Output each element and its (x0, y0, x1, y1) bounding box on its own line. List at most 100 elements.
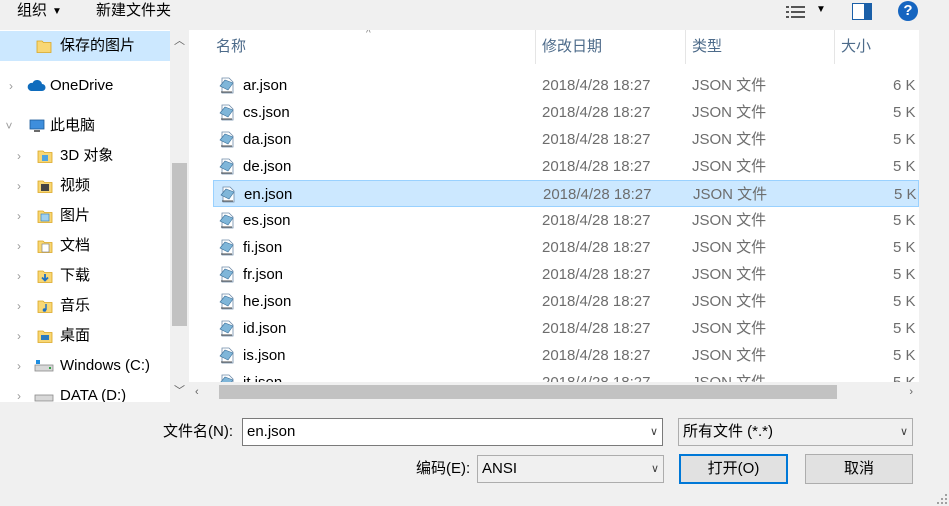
scroll-up-arrow-icon[interactable]: ︿ (170, 30, 189, 52)
preview-pane-button[interactable] (852, 3, 872, 20)
file-type: JSON 文件 (692, 320, 767, 337)
file-row[interactable]: he.json 2018/4/28 18:27 JSON 文件 5 K (213, 288, 919, 315)
file-row[interactable]: da.json 2018/4/28 18:27 JSON 文件 5 K (213, 126, 919, 153)
nav-item-saved-pictures[interactable]: 保存的图片 (0, 31, 170, 61)
downloads-folder-icon (37, 270, 53, 283)
chevron-right-icon[interactable]: › (14, 231, 24, 261)
open-button[interactable]: 打开(O) (679, 454, 788, 484)
json-file-icon (219, 320, 234, 337)
json-file-icon (219, 239, 234, 256)
chevron-down-icon[interactable]: ˅ (4, 111, 14, 141)
chevron-down-icon[interactable]: ∨ (651, 456, 659, 482)
file-row[interactable]: es.json 2018/4/28 18:27 JSON 文件 5 K (213, 207, 919, 234)
horizontal-scrollbar[interactable]: ‹ › (189, 382, 919, 402)
sort-ascending-icon: ^ (366, 30, 371, 39)
file-date: 2018/4/28 18:27 (542, 347, 651, 364)
chevron-right-icon[interactable]: › (14, 291, 24, 321)
encoding-label: 编码(E): (416, 460, 471, 477)
file-size: 5 K (893, 293, 916, 310)
nav-item-label: OneDrive (50, 77, 114, 94)
chevron-right-icon[interactable]: › (14, 141, 24, 171)
nav-item-drive-c[interactable]: › Windows (C:) (0, 351, 170, 381)
chevron-down-icon[interactable]: ∨ (650, 419, 658, 445)
column-headers: 名称 ^ 修改日期 类型 大小 (189, 30, 919, 64)
nav-item-videos[interactable]: › 视频 (0, 171, 170, 201)
nav-item-documents[interactable]: › 文档 (0, 231, 170, 261)
organize-button[interactable]: 组织 ▼ (17, 0, 62, 22)
file-name: it.json (243, 369, 282, 382)
file-row[interactable]: fi.json 2018/4/28 18:27 JSON 文件 5 K (213, 234, 919, 261)
nav-item-label: 保存的图片 (60, 37, 136, 54)
file-type-filter-value: 所有文件 (*.*) (683, 423, 774, 440)
nav-scrollbar-thumb[interactable] (172, 163, 187, 326)
file-row[interactable]: cs.json 2018/4/28 18:27 JSON 文件 5 K (213, 99, 919, 126)
scroll-left-arrow-icon[interactable]: ‹ (195, 382, 199, 402)
file-size: 5 K (893, 239, 916, 256)
json-file-icon (219, 347, 234, 364)
nav-item-3d-objects[interactable]: › 3D 对象 (0, 141, 170, 171)
file-date: 2018/4/28 18:27 (542, 212, 651, 229)
file-type: JSON 文件 (692, 131, 767, 148)
cancel-button[interactable]: 取消 (805, 454, 913, 484)
file-row[interactable]: en.json 2018/4/28 18:27 JSON 文件 5 K (213, 180, 919, 207)
change-view-button[interactable]: ▼ (783, 2, 831, 22)
horizontal-scrollbar-thumb[interactable] (219, 385, 837, 399)
folder-icon (36, 40, 52, 53)
nav-item-label: 下载 (60, 267, 91, 284)
chevron-right-icon[interactable]: › (14, 201, 24, 231)
nav-item-onedrive[interactable]: › OneDrive (0, 71, 170, 101)
chevron-right-icon[interactable]: › (14, 171, 24, 201)
file-row[interactable]: id.json 2018/4/28 18:27 JSON 文件 5 K (213, 315, 919, 342)
new-folder-button[interactable]: 新建文件夹 (96, 0, 171, 22)
chevron-right-icon[interactable]: › (6, 71, 16, 101)
chevron-right-icon[interactable]: › (14, 261, 24, 291)
nav-item-music[interactable]: › 音乐 (0, 291, 170, 321)
details-view-icon (786, 6, 805, 18)
file-type-filter-select[interactable]: 所有文件 (*.*) ∨ (678, 418, 913, 446)
encoding-select[interactable]: ANSI ∨ (477, 455, 664, 483)
file-row[interactable]: is.json 2018/4/28 18:27 JSON 文件 5 K (213, 342, 919, 369)
json-file-icon (219, 293, 234, 310)
nav-item-desktop[interactable]: › 桌面 (0, 321, 170, 351)
nav-item-pictures[interactable]: › 图片 (0, 201, 170, 231)
column-header-date[interactable]: 修改日期 (536, 30, 685, 64)
filename-combo[interactable]: en.json ∨ (242, 418, 663, 446)
resize-grip-icon[interactable] (936, 493, 948, 505)
file-name: fr.json (243, 266, 284, 283)
file-size: 5 K (893, 347, 916, 364)
computer-icon (29, 119, 45, 132)
file-name: id.json (243, 320, 287, 337)
nav-item-this-pc[interactable]: ˅ 此电脑 (0, 111, 170, 141)
column-header-type[interactable]: 类型 (686, 30, 834, 64)
column-header-size[interactable]: 大小 (835, 30, 919, 64)
file-size: 5 K (893, 320, 916, 337)
filename-label: 文件名(N): (163, 423, 233, 440)
file-row[interactable]: ar.json 2018/4/28 18:27 JSON 文件 6 K (213, 72, 919, 99)
scroll-down-arrow-icon[interactable]: ﹀ (170, 380, 189, 402)
file-row[interactable]: it.json 2018/4/28 18:27 JSON 文件 5 K (213, 369, 919, 382)
drive-icon (34, 360, 54, 372)
help-button[interactable]: ? (898, 1, 918, 21)
nav-item-label: 视频 (60, 177, 91, 194)
chevron-down-icon: ▼ (816, 4, 826, 15)
nav-scrollbar[interactable]: ︿ ﹀ (170, 30, 189, 402)
file-size: 5 K (894, 186, 917, 203)
file-name: en.json (244, 186, 293, 203)
chevron-right-icon[interactable]: › (14, 321, 24, 351)
chevron-down-icon[interactable]: ∨ (900, 419, 908, 445)
json-file-icon (219, 212, 234, 229)
file-row[interactable]: fr.json 2018/4/28 18:27 JSON 文件 5 K (213, 261, 919, 288)
file-date: 2018/4/28 18:27 (542, 158, 651, 175)
chevron-right-icon[interactable]: › (14, 351, 24, 381)
file-date: 2018/4/28 18:27 (542, 293, 651, 310)
file-type: JSON 文件 (692, 347, 767, 364)
nav-item-downloads[interactable]: › 下载 (0, 261, 170, 291)
chevron-right-icon[interactable]: › (14, 381, 24, 402)
file-row[interactable]: de.json 2018/4/28 18:27 JSON 文件 5 K (213, 153, 919, 180)
scroll-right-arrow-icon[interactable]: › (909, 382, 913, 402)
drive-icon (34, 394, 54, 402)
column-header-name[interactable]: 名称 (210, 30, 535, 64)
filename-input[interactable]: en.json (247, 423, 295, 440)
file-name: fi.json (243, 239, 283, 256)
nav-item-drive-d[interactable]: › DATA (D:) (0, 381, 170, 402)
